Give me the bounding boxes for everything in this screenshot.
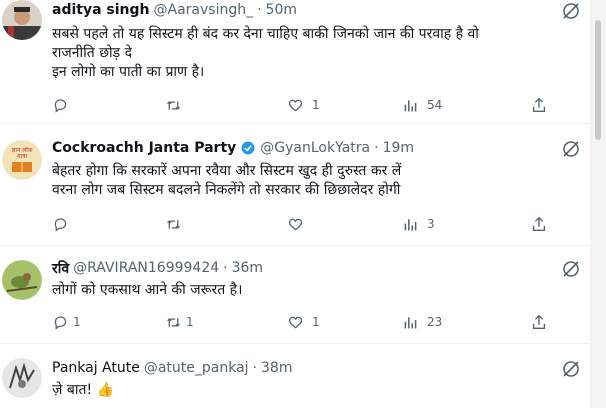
retweet-button[interactable] [165, 214, 190, 234]
like-button[interactable]: 1 [287, 95, 320, 115]
retweet-button[interactable] [165, 95, 190, 115]
tweet-line: राजनीति छोड़ दे [52, 45, 133, 61]
reply-button[interactable] [52, 214, 77, 234]
retweet-icon [167, 317, 180, 327]
author-name[interactable]: रवि [52, 259, 69, 278]
tweet-header: रवि @RAVIRAN16999424 · 36m [52, 258, 550, 278]
more-icon[interactable] [560, 258, 582, 280]
like-button[interactable] [287, 214, 312, 234]
tweet-actions: 1 54 [52, 95, 550, 115]
reply-button[interactable]: 1 [52, 312, 81, 332]
view-count: 3 [427, 217, 435, 231]
tweet-text: बेहतर होगा कि सरकारें अपना रवैया और सिस्… [52, 162, 560, 200]
bookmark-icon[interactable] [502, 96, 520, 114]
separator-dot: · [374, 140, 379, 156]
views-button[interactable]: 23 [402, 312, 442, 332]
reply-icon [54, 217, 67, 232]
timestamp[interactable]: 36m [232, 260, 263, 276]
tweet-header: Pankaj Atute @atute_pankaj · 38m [52, 358, 550, 378]
tweet-line: इन लोगो का पाती का प्राण है। [52, 64, 205, 80]
svg-text:यात्रा: यात्रा [17, 153, 27, 160]
views-icon [404, 316, 417, 328]
tweet[interactable]: रवि @RAVIRAN16999424 · 36m लोगों को एकसा… [0, 246, 590, 344]
author-handle[interactable]: @atute_pankaj [144, 360, 249, 376]
reply-count: 1 [73, 315, 81, 329]
like-icon [288, 99, 303, 111]
timestamp[interactable]: 50m [266, 2, 297, 18]
like-icon [288, 218, 303, 230]
avatar[interactable] [2, 260, 42, 300]
scrollbar[interactable] [590, 0, 606, 408]
reply-icon [54, 98, 67, 113]
tweet[interactable]: Pankaj Atute @atute_pankaj · 38m ज़े बात… [0, 344, 590, 408]
timestamp[interactable]: 38m [261, 360, 292, 376]
tweet-header: Cockroachh Janta Party @GyanLokYatra · 1… [52, 138, 550, 158]
separator-dot: · [223, 260, 228, 276]
tweet[interactable]: aditya singh @Aaravsingh_ · 50m सबसे पहल… [0, 0, 590, 124]
tweet-feed: aditya singh @Aaravsingh_ · 50m सबसे पहल… [0, 0, 590, 408]
tweet-text: ज़े बात! 👍 [52, 381, 560, 400]
reply-button[interactable] [52, 95, 77, 115]
bookmark-icon[interactable] [502, 313, 520, 331]
tweet-header: aditya singh @Aaravsingh_ · 50m [52, 0, 550, 20]
view-count: 54 [427, 98, 443, 112]
tweet-line: लोगों को एकसाथ आने की जरूरत है। [52, 282, 243, 298]
author-name[interactable]: Cockroachh Janta Party [52, 140, 236, 156]
reply-icon [54, 315, 67, 330]
tweet-actions: 1 1 1 23 [52, 312, 550, 332]
verified-icon [241, 141, 255, 155]
author-handle[interactable]: @Aaravsingh_ [154, 2, 254, 18]
share-icon[interactable] [530, 215, 548, 233]
timestamp[interactable]: 19m [383, 140, 414, 156]
tweet-text: सबसे पहले तो यह सिस्टम ही बंद कर देना चा… [52, 25, 560, 82]
tweet-text: लोगों को एकसाथ आने की जरूरत है। [52, 281, 560, 300]
author-name[interactable]: Pankaj Atute [52, 360, 140, 376]
separator-dot: · [252, 360, 258, 376]
more-icon[interactable] [560, 358, 582, 380]
scrollbar-thumb[interactable] [595, 20, 601, 140]
retweet-button[interactable]: 1 [165, 312, 194, 332]
bookmark-icon[interactable] [502, 215, 520, 233]
like-icon [288, 316, 303, 328]
author-name[interactable]: aditya singh [52, 2, 150, 18]
views-button[interactable]: 3 [402, 214, 435, 234]
separator-dot: · [257, 2, 262, 18]
tweet-line: ज़े बात! 👍 [52, 382, 114, 398]
like-count: 1 [312, 315, 320, 329]
retweet-icon [167, 100, 180, 110]
more-icon[interactable] [560, 138, 582, 160]
like-count: 1 [312, 98, 320, 112]
share-icon[interactable] [530, 96, 548, 114]
view-count: 23 [427, 315, 443, 329]
tweet-line: बेहतर होगा कि सरकारें अपना रवैया और सिस्… [52, 163, 402, 179]
views-icon [404, 99, 417, 111]
retweet-icon [167, 219, 180, 229]
author-handle[interactable]: @RAVIRAN16999424 [73, 260, 219, 276]
tweet-line: वरना लोग जब सिस्टम बदलने निकलेंगे तो सरक… [52, 182, 401, 198]
retweet-count: 1 [186, 315, 194, 329]
views-icon [404, 218, 417, 230]
share-icon[interactable] [530, 313, 548, 331]
avatar[interactable] [2, 358, 42, 398]
tweet-actions: 3 [52, 214, 550, 234]
more-icon[interactable] [560, 0, 582, 22]
tweet-line: सबसे पहले तो यह सिस्टम ही बंद कर देना चा… [52, 26, 479, 42]
views-button[interactable]: 54 [402, 95, 442, 115]
avatar[interactable]: ज्ञान लोक यात्रा [2, 140, 42, 180]
avatar[interactable] [2, 0, 42, 40]
author-handle[interactable]: @GyanLokYatra [260, 140, 370, 156]
tweet[interactable]: ज्ञान लोक यात्रा Cockroachh Janta Party … [0, 124, 590, 246]
like-button[interactable]: 1 [287, 312, 320, 332]
